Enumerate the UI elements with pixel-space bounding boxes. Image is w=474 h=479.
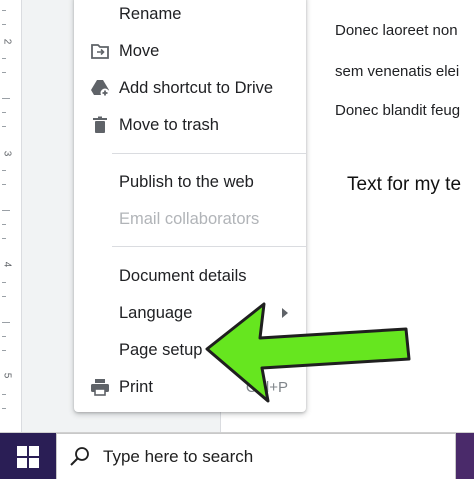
keyboard-shortcut: Ctrl+P	[245, 378, 288, 396]
ruler-tick	[2, 408, 6, 409]
ruler-tick	[2, 112, 6, 113]
menu-item-label: Add shortcut to Drive	[119, 78, 274, 97]
vertical-ruler: 2 3 4 5	[0, 0, 22, 432]
ruler-number: 4	[1, 261, 13, 268]
document-text-line: sem venenatis elei	[335, 63, 460, 80]
menu-item-label: Move	[119, 41, 160, 60]
menu-item-label: Language	[119, 303, 193, 322]
menu-item-label: Print	[119, 377, 153, 396]
move-to-folder-icon	[90, 41, 110, 61]
ruler-tick	[2, 184, 6, 185]
windows-taskbar: Type here to search	[0, 432, 474, 479]
menu-item-print[interactable]: Print Ctrl+P	[74, 369, 306, 405]
ruler-tick	[2, 224, 6, 225]
ruler-tick	[2, 72, 6, 73]
menu-item-label: Document details	[119, 266, 247, 285]
ruler-number: 3	[1, 150, 13, 157]
search-placeholder: Type here to search	[103, 447, 254, 466]
ruler-tick	[2, 296, 6, 297]
taskbar-app-icon[interactable]	[456, 433, 474, 479]
windows-logo-icon	[17, 445, 39, 468]
ruler-tick	[2, 238, 6, 239]
menu-item-move-to-trash[interactable]: Move to trash	[74, 107, 306, 143]
ruler-tick	[2, 126, 6, 127]
menu-item-email-collaborators: Email collaborators	[74, 201, 306, 237]
menu-item-rename[interactable]: Rename	[74, 0, 306, 32]
submenu-arrow-icon	[282, 308, 288, 318]
ruler-tick	[2, 350, 6, 351]
ruler-tick	[2, 10, 6, 11]
menu-item-document-details[interactable]: Document details	[74, 258, 306, 294]
ruler-number: 5	[1, 372, 13, 379]
ruler-tick	[2, 394, 6, 395]
menu-item-page-setup[interactable]: Page setup	[74, 332, 306, 368]
start-button[interactable]	[0, 433, 56, 479]
trash-icon	[90, 115, 110, 135]
document-text-line: Donec laoreet non	[335, 22, 458, 39]
ruler-tick	[2, 322, 10, 323]
menu-item-label: Move to trash	[119, 115, 219, 134]
menu-divider	[112, 246, 306, 247]
ruler-tick	[2, 98, 10, 99]
ruler-tick	[2, 170, 6, 171]
menu-item-label: Page setup	[119, 340, 203, 359]
menu-item-add-shortcut[interactable]: Add shortcut to Drive	[74, 70, 306, 106]
menu-item-language[interactable]: Language	[74, 295, 306, 331]
menu-item-move[interactable]: Move	[74, 33, 306, 69]
file-menu: Rename Move Add shortcut to Drive Move t…	[74, 0, 306, 412]
ruler-tick	[2, 210, 10, 211]
ruler-number: 2	[1, 38, 13, 45]
ruler-tick	[2, 336, 6, 337]
drive-shortcut-icon	[90, 78, 110, 98]
document-text-line: Donec blandit feug	[335, 102, 461, 119]
menu-item-label: Rename	[119, 4, 182, 23]
taskbar-search-box[interactable]: Type here to search	[56, 433, 456, 479]
document-heading: Text for my te	[347, 174, 462, 195]
menu-divider	[112, 153, 306, 154]
ruler-tick	[2, 282, 6, 283]
menu-item-publish-to-web[interactable]: Publish to the web	[74, 164, 306, 200]
ruler-tick	[2, 24, 6, 25]
ruler-tick	[2, 58, 6, 59]
menu-item-label: Email collaborators	[119, 209, 260, 228]
search-icon	[70, 447, 89, 466]
menu-item-label: Publish to the web	[119, 172, 254, 191]
printer-icon	[90, 377, 110, 397]
